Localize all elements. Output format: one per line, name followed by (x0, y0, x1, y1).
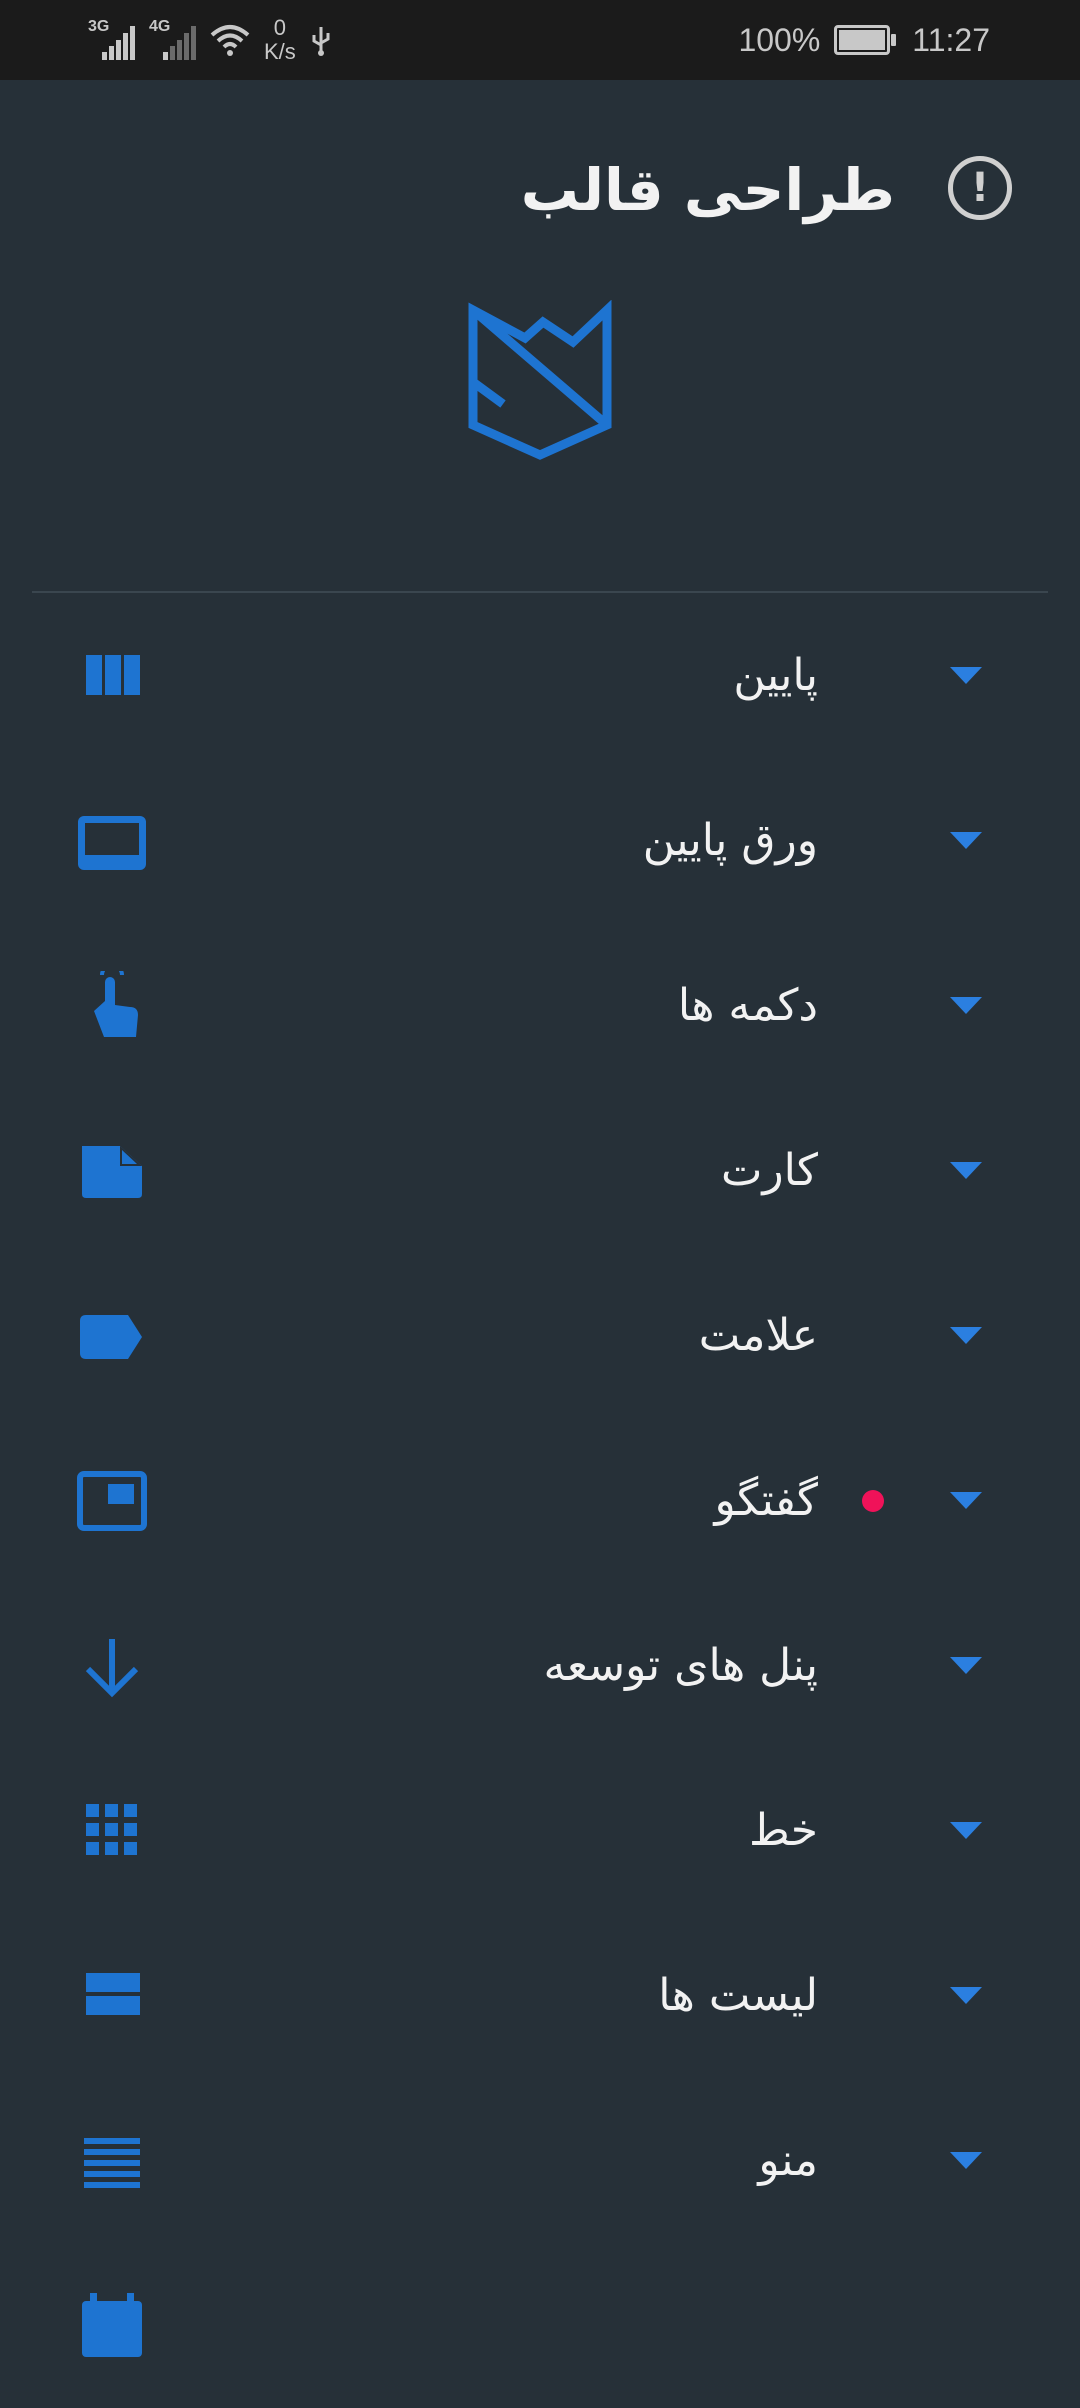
menu-item-bottom[interactable]: پایین (0, 593, 1080, 758)
battery-percent: 100% (738, 21, 821, 58)
menu-item-partial[interactable] (0, 2243, 1080, 2408)
menu-item-label: پنل های توسعه (543, 1640, 818, 1691)
calendar-icon (76, 2291, 148, 2363)
menu-item-menu[interactable]: منو (0, 2078, 1080, 2243)
drawer-menu: پایین ورق پایین دکمه ها کارت علامت گفتگو… (0, 593, 1080, 2408)
app-logo-icon (468, 300, 612, 460)
battery-charging-icon (834, 25, 897, 55)
status-bar: 3G 4G 0 K/s 100% 11:27 (0, 0, 1080, 80)
chevron-down-icon[interactable] (950, 1987, 982, 2004)
note-card-icon (76, 1136, 148, 1208)
dialog-icon (76, 1466, 148, 1538)
menu-lines-icon (76, 2126, 148, 2198)
menu-item-card[interactable]: کارت (0, 1088, 1080, 1253)
chevron-down-icon[interactable] (950, 1822, 982, 1839)
bottom-sheet-icon (76, 806, 148, 878)
signal-weak-icon: 4G (149, 18, 196, 60)
notification-dot (862, 1490, 884, 1512)
network-type-2: 4G (149, 18, 171, 35)
label-icon (76, 1301, 148, 1373)
menu-item-label: ورق پایین (642, 815, 818, 866)
wifi-icon (210, 25, 250, 56)
menu-item-label: پایین (733, 650, 818, 701)
menu-item-badge[interactable]: علامت (0, 1253, 1080, 1418)
chevron-down-icon[interactable] (950, 2152, 982, 2169)
status-bar-right: 100% 11:27 (738, 0, 990, 80)
clock: 11:27 (912, 21, 990, 58)
menu-item-bottom-sheet[interactable]: ورق پایین (0, 758, 1080, 923)
chevron-down-icon[interactable] (950, 667, 982, 684)
network-type-1: 3G (88, 18, 110, 35)
menu-item-label: منو (758, 2135, 818, 2186)
chevron-down-icon[interactable] (950, 997, 982, 1014)
menu-item-expansion-panels[interactable]: پنل های توسعه (0, 1583, 1080, 1748)
menu-item-buttons[interactable]: دکمه ها (0, 923, 1080, 1088)
menu-item-label: کارت (720, 1145, 818, 1196)
menu-item-label: خط (749, 1805, 818, 1856)
info-icon[interactable]: ! (948, 156, 1012, 220)
chevron-down-icon[interactable] (950, 1327, 982, 1344)
status-bar-left: 3G 4G 0 K/s (88, 0, 332, 80)
menu-item-label: گفتگو (714, 1475, 818, 1526)
drawer-header: طراحی قالب ! (0, 140, 1080, 240)
chevron-down-icon[interactable] (950, 1492, 982, 1509)
list-view-icon (76, 1961, 148, 2033)
chevron-down-icon[interactable] (950, 1162, 982, 1179)
menu-item-lists[interactable]: لیست ها (0, 1913, 1080, 2078)
view-column-icon (76, 641, 148, 713)
chevron-down-icon[interactable] (950, 1657, 982, 1674)
arrow-down-icon (76, 1631, 148, 1703)
speed-value: 0 (273, 15, 287, 40)
usb-icon (312, 27, 330, 56)
menu-item-grid[interactable]: خط (0, 1748, 1080, 1913)
grid-icon (76, 1796, 148, 1868)
page-title: طراحی قالب (520, 156, 895, 224)
menu-item-dialog[interactable]: گفتگو (0, 1418, 1080, 1583)
signal-icon: 3G (88, 18, 135, 60)
menu-item-label: دکمه ها (677, 980, 818, 1031)
menu-item-label: لیست ها (658, 1970, 818, 2021)
network-speed: 0 K/s (264, 16, 296, 64)
menu-item-label: علامت (698, 1310, 818, 1361)
speed-unit: K/s (264, 39, 296, 64)
chevron-down-icon[interactable] (950, 832, 982, 849)
touch-app-icon (76, 971, 148, 1043)
